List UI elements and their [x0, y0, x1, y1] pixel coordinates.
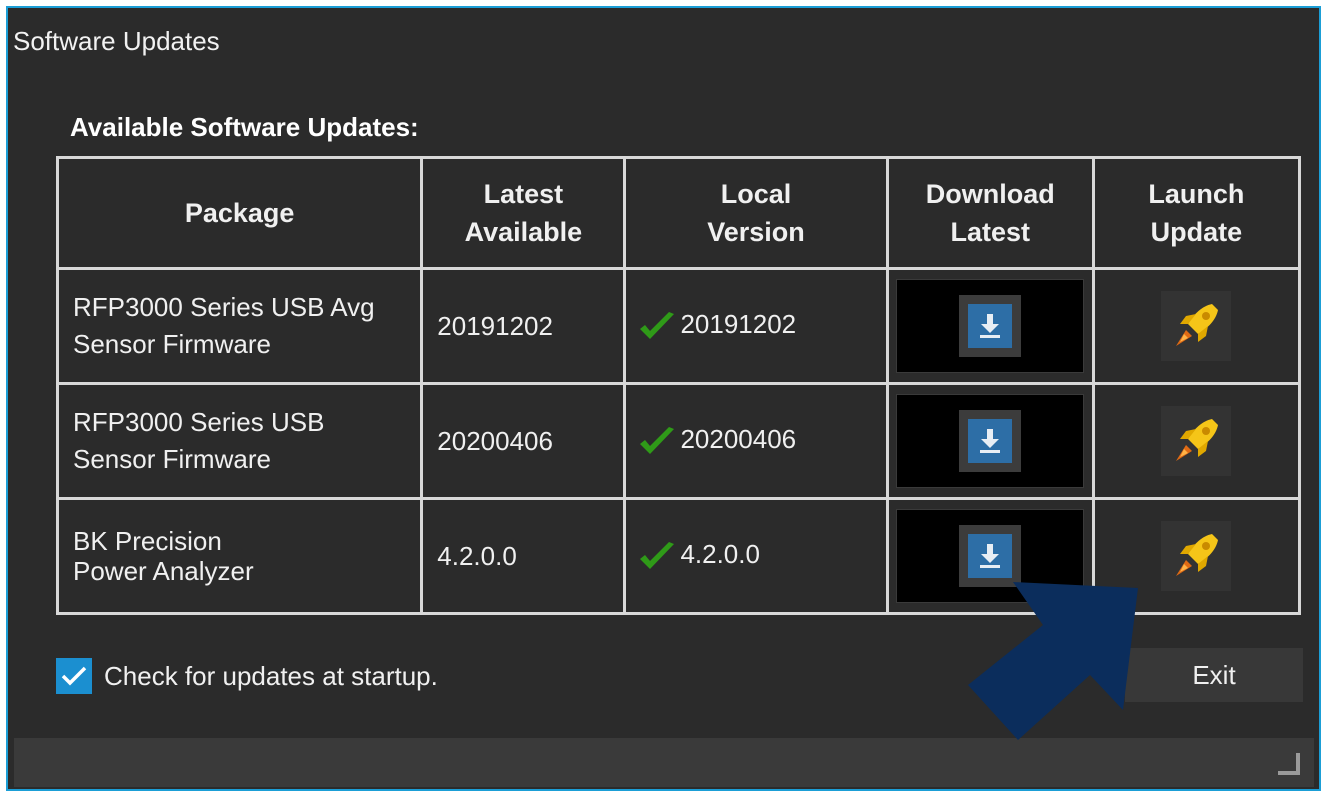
col-header-launch: Launch Update: [1091, 156, 1302, 270]
col-header-package: Package: [55, 156, 424, 270]
col-header-download: Download Latest: [885, 156, 1095, 270]
col-header-download-text: Download Latest: [925, 179, 1055, 247]
local-version-text: 20200406: [680, 424, 797, 455]
launch-update-button[interactable]: [1161, 406, 1232, 476]
checkmark-icon: [61, 666, 87, 686]
col-header-local: Local Version: [623, 156, 889, 270]
table-row: RFP3000 Series USB Avg Sensor Firmware 2…: [55, 267, 1302, 385]
download-icon: [968, 419, 1013, 463]
check-startup-checkbox[interactable]: [56, 658, 92, 694]
package-name-line1: RFP3000 Series USB Avg: [73, 292, 375, 322]
download-button-face: [959, 410, 1022, 472]
latest-version-cell: 20191202: [420, 267, 627, 385]
download-button[interactable]: [896, 279, 1085, 373]
rocket-icon: [1176, 304, 1219, 346]
check-startup-label[interactable]: Check for updates at startup.: [104, 661, 438, 692]
exit-button[interactable]: Exit: [1125, 648, 1303, 702]
table-header-row: Package Latest Available Local Version D…: [55, 156, 1302, 270]
download-icon: [968, 304, 1013, 348]
package-name-line2: Sensor Firmware: [73, 329, 271, 359]
resize-grip-icon[interactable]: [1278, 753, 1300, 775]
launch-update-button[interactable]: [1161, 291, 1232, 361]
package-cell: RFP3000 Series USB Sensor Firmware: [55, 382, 424, 500]
package-cell: BK Precision Power Analyzer: [55, 497, 424, 615]
check-icon: [640, 426, 675, 454]
table-row: RFP3000 Series USB Sensor Firmware 20200…: [55, 382, 1302, 500]
check-icon: [640, 311, 675, 339]
callout-arrow-shape: [968, 582, 1138, 740]
col-header-launch-text: Launch Update: [1148, 179, 1245, 247]
download-cell: [885, 267, 1095, 385]
updates-table: Package Latest Available Local Version D…: [55, 156, 1302, 615]
launch-update-button[interactable]: [1161, 521, 1232, 591]
local-version-cell: 20200406: [623, 382, 889, 500]
col-header-latest-text: Latest Available: [464, 179, 583, 247]
col-header-local-text: Local Version: [707, 179, 805, 247]
download-cell: [885, 382, 1095, 500]
window-title: Software Updates: [13, 26, 220, 56]
section-heading: Available Software Updates:: [70, 112, 419, 142]
latest-version-cell: 20200406: [420, 382, 627, 500]
download-button-face: [959, 295, 1022, 357]
check-startup-row: Check for updates at startup.: [56, 658, 438, 694]
package-name-line2: Power Analyzer: [73, 556, 254, 586]
local-version-text: 4.2.0.0: [680, 539, 760, 570]
callout-arrow-icon: [968, 582, 1138, 740]
rocket-icon: [1176, 534, 1219, 576]
local-version-text: 20191202: [680, 309, 797, 340]
local-version-cell: 20191202: [623, 267, 889, 385]
check-icon: [640, 541, 675, 569]
download-button[interactable]: [896, 394, 1085, 488]
col-header-latest: Latest Available: [420, 156, 627, 270]
launch-cell: [1091, 382, 1302, 500]
rocket-icon: [1176, 419, 1219, 461]
package-name-line1: RFP3000 Series USB: [73, 407, 325, 437]
latest-version-cell: 4.2.0.0: [420, 497, 627, 615]
package-name-line1: BK Precision: [73, 526, 222, 556]
status-bar: [14, 738, 1314, 787]
local-version-cell: 4.2.0.0: [623, 497, 889, 615]
package-name-line2: Sensor Firmware: [73, 444, 271, 474]
launch-cell: [1091, 267, 1302, 385]
package-cell: RFP3000 Series USB Avg Sensor Firmware: [55, 267, 424, 385]
